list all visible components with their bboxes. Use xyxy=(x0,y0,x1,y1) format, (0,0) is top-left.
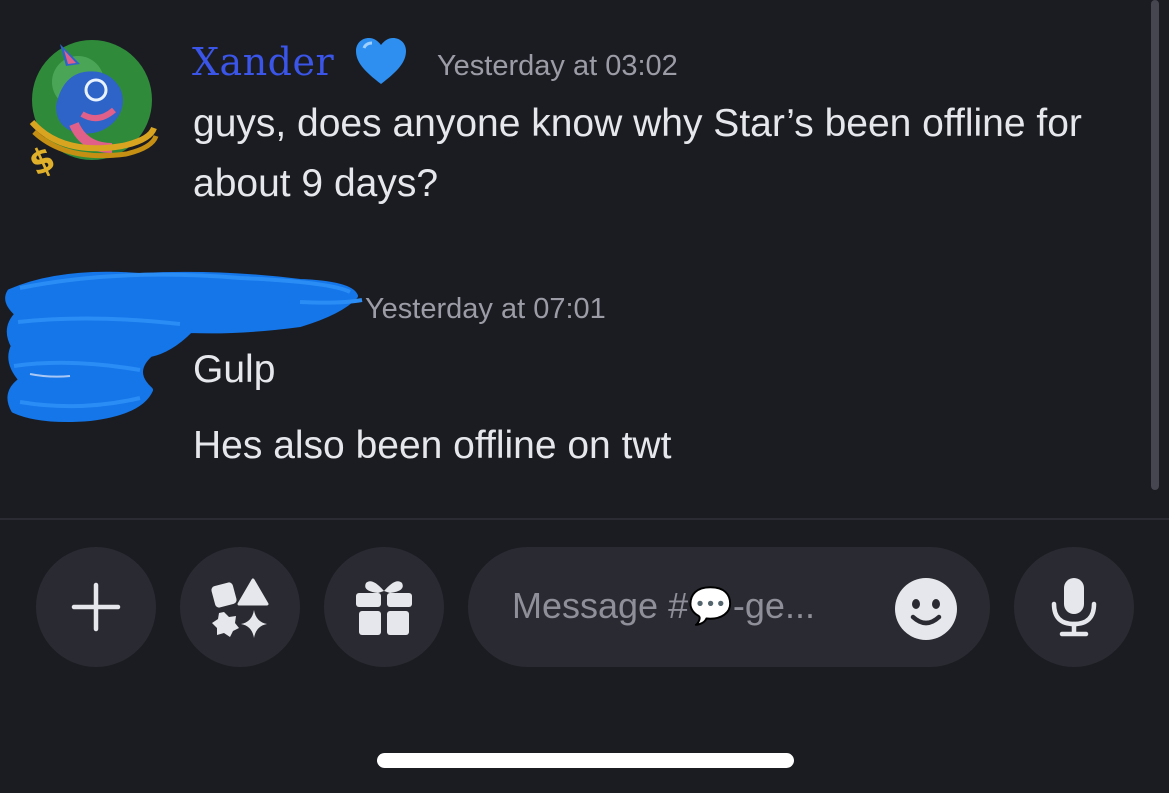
plus-icon xyxy=(71,582,121,632)
gift-icon xyxy=(356,581,412,635)
emoji-icon[interactable] xyxy=(894,577,958,641)
message-text: Gulp xyxy=(193,348,276,391)
author-name[interactable]: Xander xyxy=(192,40,334,84)
message-timestamp: Yesterday at 07:01 xyxy=(365,293,606,325)
chat-screen: $ Xander Yesterday at 03:02 guys, does a… xyxy=(0,0,1169,793)
blue-heart-icon xyxy=(356,38,406,84)
composer-divider xyxy=(0,518,1169,520)
apps-icon xyxy=(211,578,269,638)
message-input[interactable]: Message #💬-ge... xyxy=(468,547,990,667)
redaction-scribble xyxy=(5,271,363,422)
message-text: guys, does anyone know why Star’s been o… xyxy=(193,102,1082,205)
add-attachment-button[interactable] xyxy=(36,547,156,667)
message-placeholder: Message #💬-ge... xyxy=(512,585,815,626)
gift-button[interactable] xyxy=(324,547,444,667)
home-indicator[interactable] xyxy=(377,753,794,768)
avatar[interactable]: $ xyxy=(22,36,162,176)
microphone-icon xyxy=(1051,578,1097,637)
scrollbar[interactable] xyxy=(1151,0,1159,490)
apps-button[interactable] xyxy=(180,547,300,667)
message-text: Hes also been offline on twt xyxy=(193,424,672,467)
message-timestamp: Yesterday at 03:02 xyxy=(437,50,678,82)
voice-message-button[interactable] xyxy=(1014,547,1134,667)
